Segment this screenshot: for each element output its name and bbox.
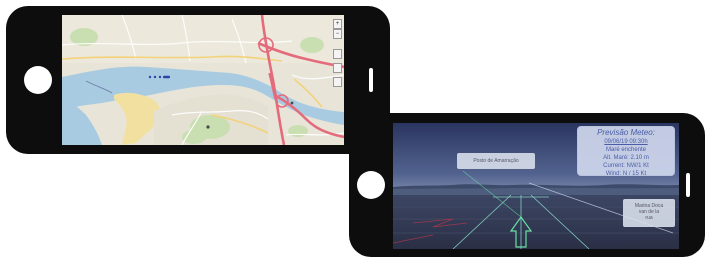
zoom-out-button[interactable]: − [333, 29, 342, 39]
phone-frame-map: + − [6, 6, 390, 154]
weather-forecast-panel[interactable]: Previsão Meteo: 09/06/19 09:30h Maré enc… [577, 126, 675, 177]
wind-info: Wind: N / 15 Kt [605, 171, 647, 177]
home-button[interactable] [357, 171, 385, 199]
current-info: Current: NW/1 Kt [603, 163, 649, 169]
weather-title: Previsão Meteo: [597, 128, 655, 137]
locate-icon[interactable] [333, 63, 342, 73]
ar-camera-view[interactable]: Posto de Amarração Marina Doca van de la… [393, 123, 679, 249]
home-button[interactable] [24, 66, 52, 94]
speaker-slot [686, 173, 690, 197]
fullscreen-icon[interactable] [333, 77, 342, 87]
speaker-slot [369, 68, 373, 92]
marina-label[interactable]: Marina Doca van de la rua [623, 199, 675, 227]
map-canvas[interactable] [62, 15, 344, 145]
tide-status: Maré enchente [605, 147, 647, 153]
map-screen[interactable]: + − [62, 15, 344, 145]
zoom-in-button[interactable]: + [333, 19, 342, 29]
tide-height: Alt. Maré: 2.10 m [603, 155, 649, 161]
mooring-post-label[interactable]: Posto de Amarração [457, 153, 535, 169]
forecast-date: 09/06/19 09:30h [604, 139, 648, 145]
phone-frame-ar: Posto de Amarração Marina Doca van de la… [349, 113, 705, 257]
layers-icon[interactable] [333, 49, 342, 59]
